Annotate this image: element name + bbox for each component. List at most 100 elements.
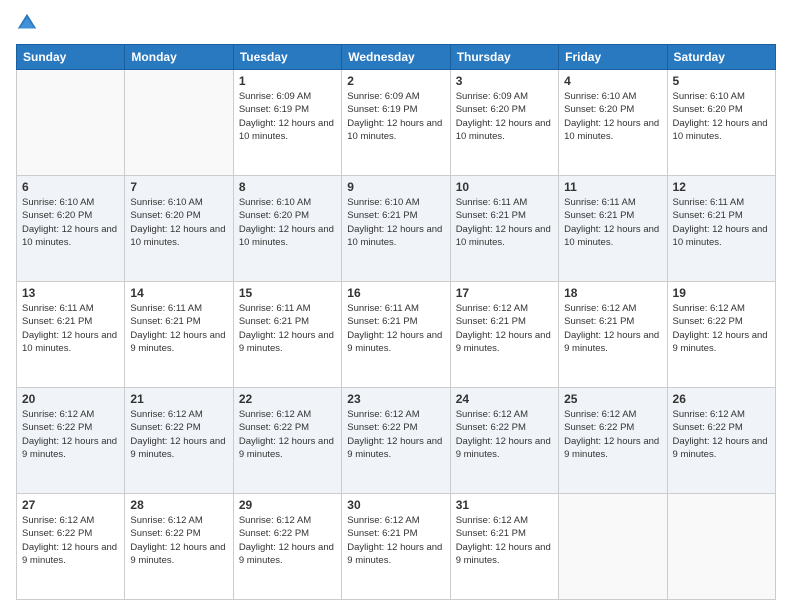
day-info: Sunrise: 6:12 AMSunset: 6:22 PMDaylight:…: [130, 514, 227, 567]
day-cell: 1 Sunrise: 6:09 AMSunset: 6:19 PMDaylight…: [233, 70, 341, 176]
page: SundayMondayTuesdayWednesdayThursdayFrid…: [0, 0, 792, 612]
day-info: Sunrise: 6:10 AMSunset: 6:20 PMDaylight:…: [239, 196, 336, 249]
day-number: 9: [347, 180, 444, 194]
weekday-header-sunday: Sunday: [17, 45, 125, 70]
day-cell: 6 Sunrise: 6:10 AMSunset: 6:20 PMDaylight…: [17, 176, 125, 282]
week-row-5: 27 Sunrise: 6:12 AMSunset: 6:22 PMDayligh…: [17, 494, 776, 600]
day-cell: 15 Sunrise: 6:11 AMSunset: 6:21 PMDayligh…: [233, 282, 341, 388]
weekday-header-tuesday: Tuesday: [233, 45, 341, 70]
day-cell: 13 Sunrise: 6:11 AMSunset: 6:21 PMDayligh…: [17, 282, 125, 388]
day-number: 31: [456, 498, 553, 512]
day-number: 22: [239, 392, 336, 406]
day-info: Sunrise: 6:11 AMSunset: 6:21 PMDaylight:…: [673, 196, 770, 249]
day-cell: 28 Sunrise: 6:12 AMSunset: 6:22 PMDayligh…: [125, 494, 233, 600]
day-number: 18: [564, 286, 661, 300]
logo: [16, 12, 42, 34]
day-cell: 31 Sunrise: 6:12 AMSunset: 6:21 PMDayligh…: [450, 494, 558, 600]
weekday-header-saturday: Saturday: [667, 45, 775, 70]
day-info: Sunrise: 6:09 AMSunset: 6:19 PMDaylight:…: [239, 90, 336, 143]
day-number: 15: [239, 286, 336, 300]
day-number: 13: [22, 286, 119, 300]
weekday-header-row: SundayMondayTuesdayWednesdayThursdayFrid…: [17, 45, 776, 70]
day-number: 17: [456, 286, 553, 300]
day-cell: 21 Sunrise: 6:12 AMSunset: 6:22 PMDayligh…: [125, 388, 233, 494]
header: [16, 12, 776, 34]
weekday-header-wednesday: Wednesday: [342, 45, 450, 70]
day-info: Sunrise: 6:11 AMSunset: 6:21 PMDaylight:…: [22, 302, 119, 355]
day-number: 2: [347, 74, 444, 88]
week-row-4: 20 Sunrise: 6:12 AMSunset: 6:22 PMDayligh…: [17, 388, 776, 494]
day-number: 4: [564, 74, 661, 88]
day-info: Sunrise: 6:12 AMSunset: 6:21 PMDaylight:…: [456, 302, 553, 355]
day-cell: 16 Sunrise: 6:11 AMSunset: 6:21 PMDayligh…: [342, 282, 450, 388]
day-info: Sunrise: 6:10 AMSunset: 6:20 PMDaylight:…: [130, 196, 227, 249]
day-cell: 23 Sunrise: 6:12 AMSunset: 6:22 PMDayligh…: [342, 388, 450, 494]
day-info: Sunrise: 6:10 AMSunset: 6:20 PMDaylight:…: [564, 90, 661, 143]
day-info: Sunrise: 6:12 AMSunset: 6:22 PMDaylight:…: [673, 302, 770, 355]
day-number: 25: [564, 392, 661, 406]
day-info: Sunrise: 6:11 AMSunset: 6:21 PMDaylight:…: [456, 196, 553, 249]
day-number: 27: [22, 498, 119, 512]
day-cell: 27 Sunrise: 6:12 AMSunset: 6:22 PMDayligh…: [17, 494, 125, 600]
weekday-header-friday: Friday: [559, 45, 667, 70]
day-info: Sunrise: 6:12 AMSunset: 6:22 PMDaylight:…: [22, 408, 119, 461]
day-number: 11: [564, 180, 661, 194]
day-info: Sunrise: 6:09 AMSunset: 6:20 PMDaylight:…: [456, 90, 553, 143]
day-info: Sunrise: 6:10 AMSunset: 6:21 PMDaylight:…: [347, 196, 444, 249]
day-info: Sunrise: 6:10 AMSunset: 6:20 PMDaylight:…: [673, 90, 770, 143]
day-info: Sunrise: 6:12 AMSunset: 6:22 PMDaylight:…: [456, 408, 553, 461]
day-cell: 24 Sunrise: 6:12 AMSunset: 6:22 PMDayligh…: [450, 388, 558, 494]
day-number: 19: [673, 286, 770, 300]
day-cell: 14 Sunrise: 6:11 AMSunset: 6:21 PMDayligh…: [125, 282, 233, 388]
day-cell: 20 Sunrise: 6:12 AMSunset: 6:22 PMDayligh…: [17, 388, 125, 494]
day-cell: [667, 494, 775, 600]
week-row-2: 6 Sunrise: 6:10 AMSunset: 6:20 PMDaylight…: [17, 176, 776, 282]
day-info: Sunrise: 6:11 AMSunset: 6:21 PMDaylight:…: [239, 302, 336, 355]
day-info: Sunrise: 6:10 AMSunset: 6:20 PMDaylight:…: [22, 196, 119, 249]
day-number: 12: [673, 180, 770, 194]
day-info: Sunrise: 6:11 AMSunset: 6:21 PMDaylight:…: [130, 302, 227, 355]
day-info: Sunrise: 6:12 AMSunset: 6:21 PMDaylight:…: [347, 514, 444, 567]
day-number: 6: [22, 180, 119, 194]
day-number: 28: [130, 498, 227, 512]
day-info: Sunrise: 6:12 AMSunset: 6:21 PMDaylight:…: [564, 302, 661, 355]
day-number: 20: [22, 392, 119, 406]
day-info: Sunrise: 6:12 AMSunset: 6:22 PMDaylight:…: [130, 408, 227, 461]
day-number: 16: [347, 286, 444, 300]
day-cell: 11 Sunrise: 6:11 AMSunset: 6:21 PMDayligh…: [559, 176, 667, 282]
day-number: 1: [239, 74, 336, 88]
day-cell: 17 Sunrise: 6:12 AMSunset: 6:21 PMDayligh…: [450, 282, 558, 388]
day-cell: 3Sunrise: 6:09 AMSunset: 6:20 PMDaylight…: [450, 70, 558, 176]
calendar-table: SundayMondayTuesdayWednesdayThursdayFrid…: [16, 44, 776, 600]
day-number: 10: [456, 180, 553, 194]
day-info: Sunrise: 6:11 AMSunset: 6:21 PMDaylight:…: [347, 302, 444, 355]
day-cell: 10 Sunrise: 6:11 AMSunset: 6:21 PMDayligh…: [450, 176, 558, 282]
day-cell: 29Sunrise: 6:12 AMSunset: 6:22 PMDayligh…: [233, 494, 341, 600]
day-cell: 25Sunrise: 6:12 AMSunset: 6:22 PMDayligh…: [559, 388, 667, 494]
week-row-1: 1 Sunrise: 6:09 AMSunset: 6:19 PMDaylight…: [17, 70, 776, 176]
day-number: 8: [239, 180, 336, 194]
day-info: Sunrise: 6:12 AMSunset: 6:22 PMDaylight:…: [22, 514, 119, 567]
day-info: Sunrise: 6:12 AMSunset: 6:22 PMDaylight:…: [673, 408, 770, 461]
day-info: Sunrise: 6:12 AMSunset: 6:22 PMDaylight:…: [239, 514, 336, 567]
day-number: 14: [130, 286, 227, 300]
logo-icon: [16, 12, 38, 34]
day-cell: 30Sunrise: 6:12 AMSunset: 6:21 PMDayligh…: [342, 494, 450, 600]
day-cell: 4 Sunrise: 6:10 AMSunset: 6:20 PMDaylight…: [559, 70, 667, 176]
day-cell: 18 Sunrise: 6:12 AMSunset: 6:21 PMDayligh…: [559, 282, 667, 388]
day-info: Sunrise: 6:11 AMSunset: 6:21 PMDaylight:…: [564, 196, 661, 249]
day-number: 7: [130, 180, 227, 194]
day-info: Sunrise: 6:12 AMSunset: 6:22 PMDaylight:…: [239, 408, 336, 461]
day-info: Sunrise: 6:12 AMSunset: 6:22 PMDaylight:…: [347, 408, 444, 461]
day-cell: 26Sunrise: 6:12 AMSunset: 6:22 PMDayligh…: [667, 388, 775, 494]
day-cell: 9 Sunrise: 6:10 AMSunset: 6:21 PMDaylight…: [342, 176, 450, 282]
week-row-3: 13 Sunrise: 6:11 AMSunset: 6:21 PMDayligh…: [17, 282, 776, 388]
day-cell: [559, 494, 667, 600]
weekday-header-thursday: Thursday: [450, 45, 558, 70]
day-info: Sunrise: 6:12 AMSunset: 6:21 PMDaylight:…: [456, 514, 553, 567]
day-cell: 7 Sunrise: 6:10 AMSunset: 6:20 PMDaylight…: [125, 176, 233, 282]
day-number: 21: [130, 392, 227, 406]
day-number: 23: [347, 392, 444, 406]
day-info: Sunrise: 6:09 AMSunset: 6:19 PMDaylight:…: [347, 90, 444, 143]
day-number: 24: [456, 392, 553, 406]
